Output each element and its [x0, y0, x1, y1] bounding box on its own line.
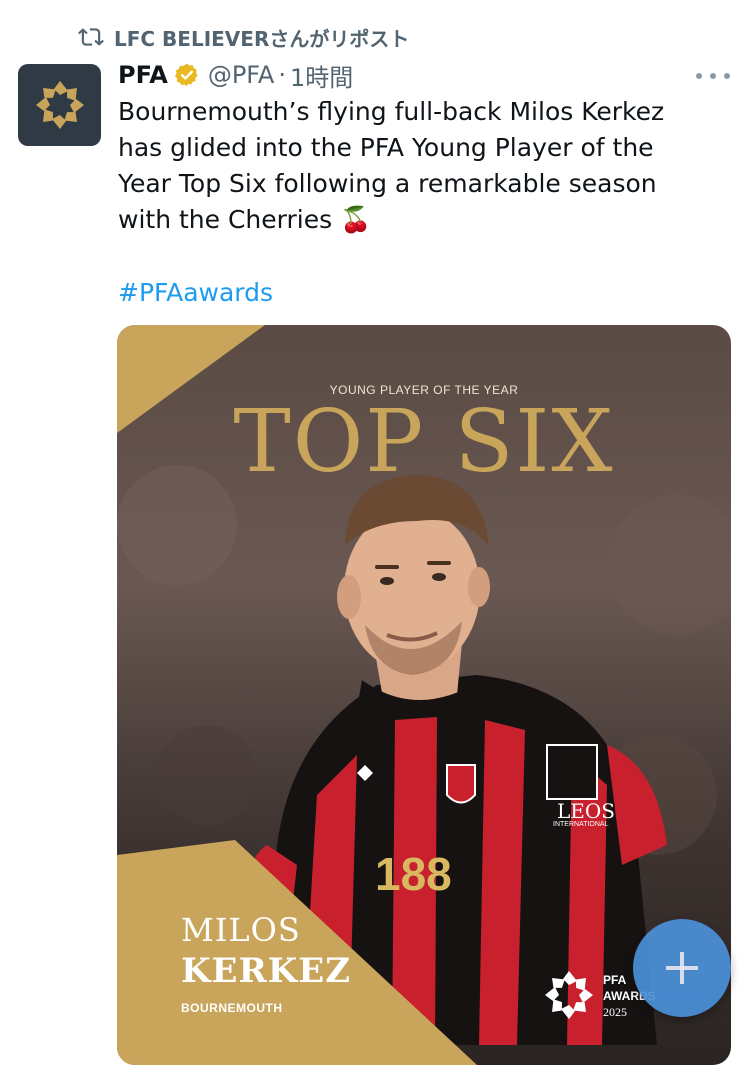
card-headline: TOP SIX — [233, 392, 615, 492]
more-options-icon[interactable] — [696, 64, 730, 88]
pfa-logo-icon — [35, 81, 84, 129]
author-handle[interactable]: @PFA — [208, 61, 275, 89]
club-crest-icon — [446, 764, 476, 804]
repost-icon — [78, 24, 104, 50]
repost-text: LFC BELIEVERさんがリポスト — [114, 26, 410, 51]
tweet-line: with the Cherries 🍒 — [118, 205, 372, 234]
awards-logo-pfa: PFA — [603, 973, 627, 987]
hashtag-link[interactable]: #PFAawards — [118, 275, 273, 311]
compose-button[interactable] — [633, 919, 731, 1017]
tweet-line: Year Top Six following a remarkable seas… — [118, 169, 657, 198]
verified-badge-icon — [174, 62, 200, 88]
player-club: BOURNEMOUTH — [181, 1001, 283, 1015]
author-avatar[interactable] — [18, 64, 101, 146]
separator-dot: · — [278, 61, 286, 89]
tweet-header: PFA @PFA · 1時間 — [118, 58, 730, 92]
player-first-name: MILOS — [181, 911, 301, 949]
repost-header[interactable]: LFC BELIEVERさんがリポスト — [78, 23, 409, 51]
player-face — [344, 508, 480, 672]
sleeve-brand-text: LEOS — [557, 799, 615, 823]
tweet-line: has glided into the PFA Young Player of … — [118, 133, 654, 162]
author-name[interactable]: PFA — [118, 61, 168, 89]
tweet-line: Bournemouth’s flying full-back Milos Ker… — [118, 97, 665, 126]
plus-icon — [666, 952, 698, 984]
awards-logo-year: 2025 — [603, 1005, 627, 1019]
player-last-name: KERKEZ — [181, 951, 352, 991]
sleeve-brand-subtext: INTERNATIONAL — [553, 821, 609, 828]
timestamp[interactable]: 1時間 — [290, 58, 353, 93]
sponsor-text: 188 — [375, 848, 452, 900]
tweet-text: Bournemouth’s flying full-back Milos Ker… — [118, 94, 718, 238]
